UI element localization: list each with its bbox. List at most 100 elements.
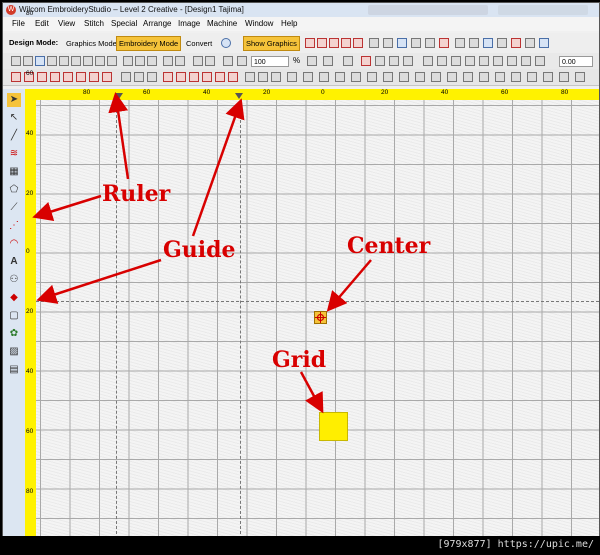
toolbar-icon[interactable] (431, 72, 441, 82)
toolbar-icon[interactable] (493, 56, 503, 66)
toolbar-icon[interactable] (202, 72, 212, 82)
reshape-icon[interactable]: ↖ (7, 111, 21, 125)
menu-view[interactable]: View (58, 17, 75, 31)
lettering-icon[interactable]: A (7, 255, 21, 269)
toolbar-icon[interactable] (83, 56, 93, 66)
toolbar-icon[interactable] (511, 72, 521, 82)
select-arrow-icon[interactable]: ➤ (7, 93, 21, 107)
toolbar-icon[interactable] (323, 56, 333, 66)
toolbar-icon[interactable] (215, 72, 225, 82)
toolbar-icon[interactable] (121, 72, 131, 82)
menu-file[interactable]: File (12, 17, 25, 31)
background-window-tab[interactable] (368, 5, 488, 15)
redo-icon[interactable] (175, 56, 185, 66)
menu-arrange[interactable]: Arrange (143, 17, 171, 31)
vertical-guide[interactable] (240, 100, 241, 537)
toolbar-icon[interactable] (335, 72, 345, 82)
toolbar-icon[interactable] (303, 72, 313, 82)
toolbar-icon[interactable] (134, 72, 144, 82)
toolbar-icon[interactable] (47, 56, 57, 66)
stitch-icon[interactable] (89, 72, 99, 82)
stitch-icon[interactable] (102, 72, 112, 82)
menu-special[interactable]: Special (111, 17, 137, 31)
toolbar-icon[interactable] (176, 72, 186, 82)
stitch-type-icon[interactable] (317, 38, 327, 48)
guide-marker-icon[interactable] (235, 93, 243, 99)
toolbar-icon[interactable] (319, 72, 329, 82)
toolbar-icon[interactable] (507, 56, 517, 66)
toolbar-icon[interactable] (351, 72, 361, 82)
toolbar-icon[interactable] (59, 56, 69, 66)
toolbar-icon[interactable] (271, 72, 281, 82)
stitch-type-icon[interactable] (341, 38, 351, 48)
toolbar-icon[interactable] (521, 56, 531, 66)
toolbar-icon[interactable] (189, 72, 199, 82)
toolbar-icon[interactable] (439, 38, 449, 48)
stitch-type-icon[interactable] (329, 38, 339, 48)
stitch-tool-icon[interactable]: ≋ (7, 147, 21, 161)
menu-window[interactable]: Window (245, 17, 273, 31)
toolbar-icon[interactable] (463, 72, 473, 82)
toolbar-icon[interactable] (447, 72, 457, 82)
toolbar-icon[interactable] (437, 56, 447, 66)
frame-icon[interactable]: ▢ (7, 309, 21, 323)
graphics-mode-button[interactable]: Graphics Mode (63, 36, 120, 51)
zoom-level-input[interactable]: 100 (251, 56, 289, 67)
menu-help[interactable]: Help (281, 17, 297, 31)
copy-icon[interactable] (135, 56, 145, 66)
zoom-in-icon[interactable] (237, 56, 247, 66)
toolbar-icon[interactable] (245, 72, 255, 82)
toolbar-icon[interactable] (575, 72, 585, 82)
hatch-icon[interactable]: ▨ (7, 345, 21, 359)
toolbar-icon[interactable] (411, 38, 421, 48)
stitch-icon[interactable] (76, 72, 86, 82)
fill-tool-icon[interactable]: ▦ (7, 165, 21, 179)
toolbar-icon[interactable] (375, 56, 385, 66)
cut-icon[interactable] (123, 56, 133, 66)
toolbar-icon[interactable] (389, 56, 399, 66)
toolbar-icon[interactable] (193, 56, 203, 66)
digitize-tool-icon[interactable]: ⋰ (7, 219, 21, 233)
convert-button[interactable]: Convert (183, 36, 215, 51)
menu-edit[interactable]: Edit (35, 17, 49, 31)
lock-icon[interactable] (403, 56, 413, 66)
people-icon[interactable]: ⚇ (7, 273, 21, 287)
toolbar-icon[interactable] (425, 38, 435, 48)
toolbar-icon[interactable] (483, 38, 493, 48)
menu-machine[interactable]: Machine (207, 17, 237, 31)
zoom-icon[interactable] (223, 56, 233, 66)
toolbar-icon[interactable] (258, 72, 268, 82)
toolbar-icon[interactable] (455, 38, 465, 48)
toolbar-icon[interactable] (307, 56, 317, 66)
toolbar-icon[interactable] (383, 72, 393, 82)
toolbar-icon[interactable] (147, 72, 157, 82)
toolbar-icon[interactable] (559, 72, 569, 82)
toolbar-icon[interactable] (469, 38, 479, 48)
toolbar-icon[interactable] (451, 56, 461, 66)
motif-icon[interactable]: ✿ (7, 327, 21, 341)
toolbar-icon[interactable] (367, 72, 377, 82)
line-tool-icon[interactable]: ⟋ (7, 201, 21, 215)
globe-icon[interactable] (221, 38, 231, 48)
toolbar-icon[interactable] (479, 56, 489, 66)
show-graphics-button[interactable]: Show Graphics (243, 36, 300, 51)
toolbar-icon[interactable] (361, 56, 371, 66)
new-file-icon[interactable] (11, 56, 21, 66)
open-file-icon[interactable] (23, 56, 33, 66)
stitch-icon[interactable] (50, 72, 60, 82)
vertical-guide[interactable] (116, 100, 117, 537)
knife-icon[interactable]: ╱ (7, 129, 21, 143)
3d-icon[interactable] (287, 72, 297, 82)
embroidery-mode-button[interactable]: Embroidery Mode (116, 36, 182, 51)
menu-stitch[interactable]: Stitch (84, 17, 104, 31)
diamond-icon[interactable]: ◆ (7, 291, 21, 305)
toolbar-icon[interactable] (495, 72, 505, 82)
save-icon[interactable] (35, 56, 45, 66)
toolbar-icon[interactable] (511, 38, 521, 48)
stitch-icon[interactable] (37, 72, 47, 82)
toolbar-icon[interactable] (527, 72, 537, 82)
toolbar-icon[interactable] (539, 38, 549, 48)
guide-marker-icon[interactable] (115, 93, 123, 99)
toolbar-icon[interactable] (399, 72, 409, 82)
paste-icon[interactable] (147, 56, 157, 66)
